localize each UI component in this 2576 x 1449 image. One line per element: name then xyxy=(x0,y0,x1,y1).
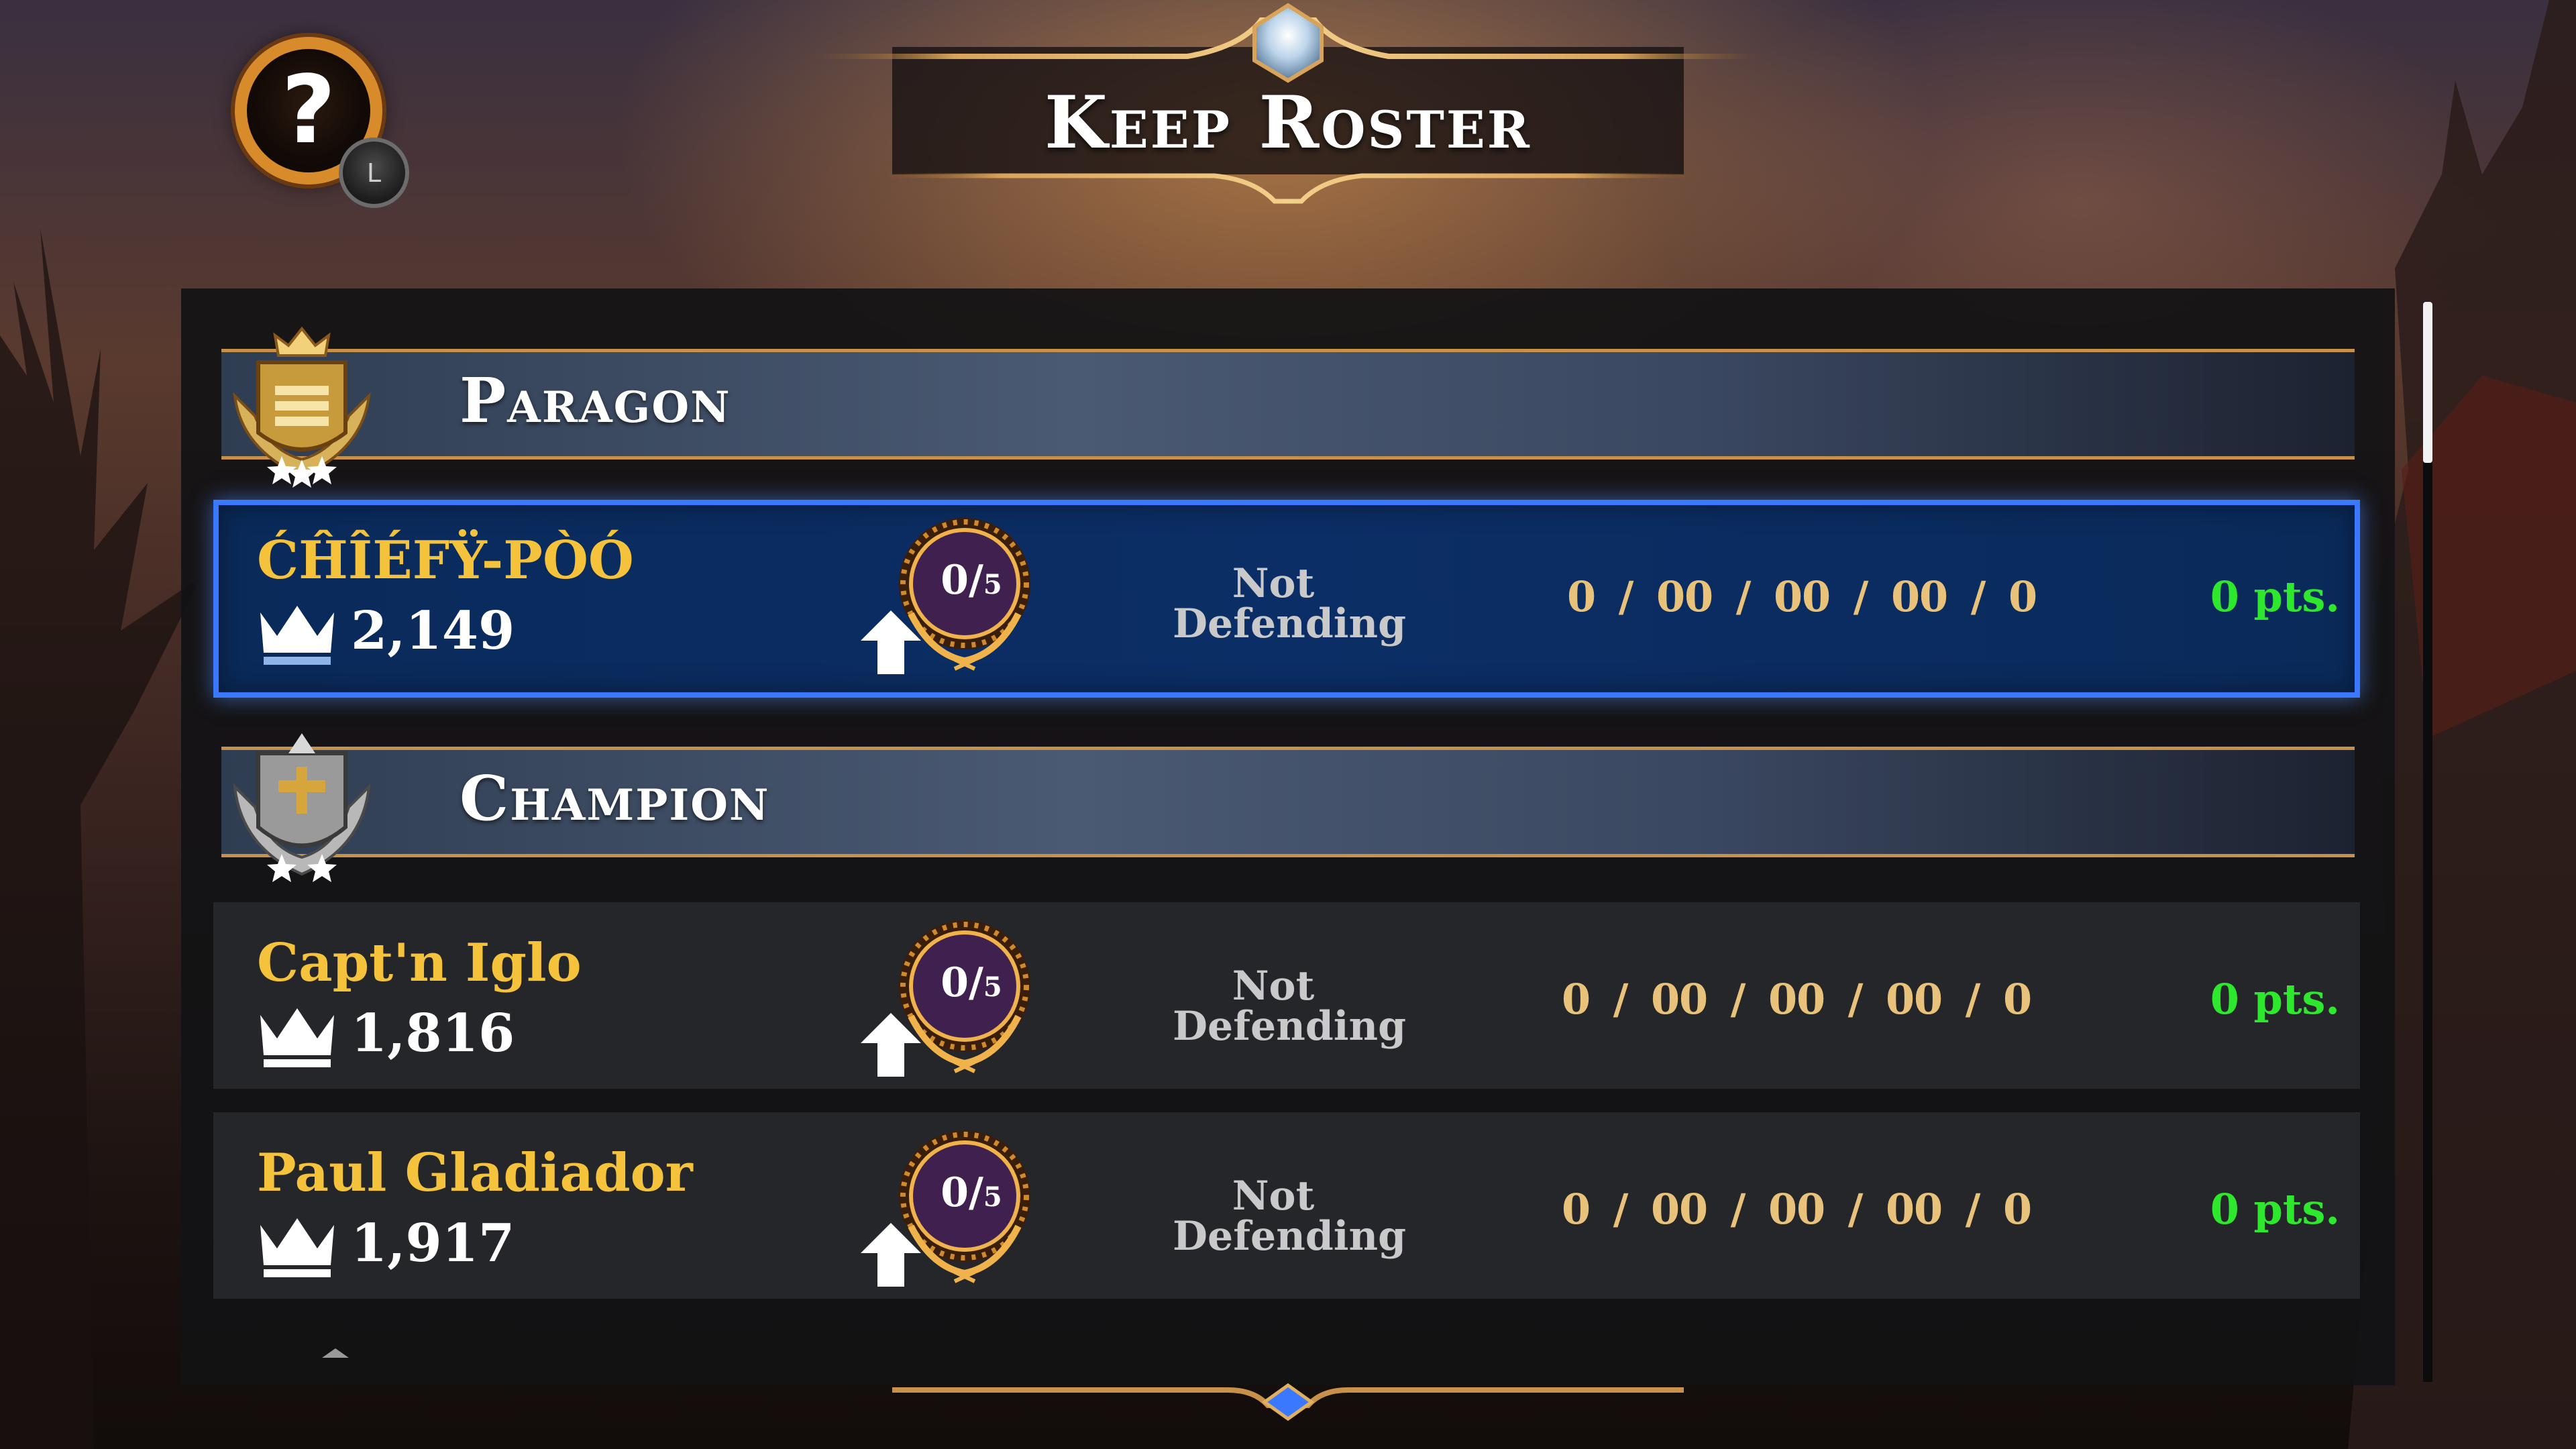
defense-status: Not Defending xyxy=(1173,1173,1407,1260)
stat-2: 0 / 0 xyxy=(1679,1185,1802,1234)
player-name: ĆĤÎÉFŸ-PÒÓ xyxy=(257,530,634,591)
page-title: Keep Roster xyxy=(1044,80,1532,165)
crown-icon xyxy=(260,606,334,665)
defense-status: Not Defending xyxy=(1173,963,1407,1050)
stat-1: 0 / 0 xyxy=(1562,1185,1684,1234)
stat-1: 0 / 0 xyxy=(1567,572,1690,621)
defense-attempts: 0/5 xyxy=(941,1169,1002,1216)
player-name: Paul Gladiador xyxy=(257,1142,693,1203)
rank-header-champion: Champion xyxy=(221,733,2355,882)
stat-1: 0 / 0 xyxy=(1562,975,1684,1024)
status-line-2: Defending xyxy=(1173,600,1407,647)
stat-2: 0 / 0 xyxy=(1679,975,1802,1024)
status-line-2: Defending xyxy=(1173,1003,1407,1050)
stat-4: 0 / 0 xyxy=(1914,1185,2037,1234)
attempts-max: 5 xyxy=(983,569,1002,600)
attempts-max: 5 xyxy=(983,1181,1002,1213)
player-name: Capt'n Iglo xyxy=(257,932,582,994)
status-line-2: Defending xyxy=(1173,1213,1407,1260)
title-banner: Keep Roster xyxy=(812,0,1764,208)
scrollbar-thumb[interactable] xyxy=(2423,302,2432,463)
stat-2: 0 / 0 xyxy=(1684,572,1807,621)
crown-icon xyxy=(260,1218,334,1277)
up-arrow-icon xyxy=(861,610,921,674)
defense-attempts: 0/5 xyxy=(941,557,1002,604)
trophy-count: 1,816 xyxy=(351,1003,515,1064)
stat-3: 0 / 0 xyxy=(1796,975,1919,1024)
points-value: 0 pts. xyxy=(2210,975,2340,1024)
stat-3: 0 / 0 xyxy=(1796,1185,1919,1234)
question-mark-icon: ? xyxy=(281,56,336,165)
status-line-1: Not xyxy=(1232,560,1315,607)
up-arrow-icon xyxy=(861,1223,921,1287)
up-arrow-icon xyxy=(861,1013,921,1077)
stat-3: 0 / 0 xyxy=(1802,572,1925,621)
points-value: 0 pts. xyxy=(2210,572,2340,621)
champion-rank-emblem-icon xyxy=(233,733,371,882)
rank-header-paragon: Paragon xyxy=(221,326,2355,488)
stat-4: 0 / 0 xyxy=(1919,572,2042,621)
attempts-used: 0 xyxy=(941,557,969,604)
stat-4: 0 / 0 xyxy=(1914,975,2037,1024)
trophy-count: 2,149 xyxy=(351,600,515,661)
status-line-1: Not xyxy=(1232,1173,1315,1220)
attempts-used: 0 xyxy=(941,1169,969,1216)
roster-row-selected[interactable]: ĆĤÎÉFŸ-PÒÓ 2,149 0/5 Not Defending 0 / 0 … xyxy=(213,500,2360,698)
attempts-used: 0 xyxy=(941,959,969,1006)
roster-row[interactable]: Paul Gladiador 1,917 0/5 Not Defending 0 … xyxy=(213,1112,2360,1299)
paragon-rank-emblem-icon xyxy=(233,326,371,488)
rank-title-champion: Champion xyxy=(460,762,770,835)
status-line-1: Not xyxy=(1232,963,1315,1010)
defense-attempts: 0/5 xyxy=(941,959,1002,1006)
bottom-ornament-divider xyxy=(221,1348,2355,1421)
attempts-max: 5 xyxy=(983,971,1002,1003)
trophy-count: 1,917 xyxy=(351,1213,515,1274)
crown-icon xyxy=(260,1008,334,1067)
rank-title-paragon: Paragon xyxy=(460,364,731,437)
controller-l-button-hint: L xyxy=(339,138,409,208)
scrollbar-track[interactable] xyxy=(2423,302,2432,1382)
defense-status: Not Defending xyxy=(1173,560,1407,647)
points-value: 0 pts. xyxy=(2210,1185,2340,1234)
roster-row[interactable]: Capt'n Iglo 1,816 0/5 Not Defending 0 / 0… xyxy=(213,902,2360,1089)
